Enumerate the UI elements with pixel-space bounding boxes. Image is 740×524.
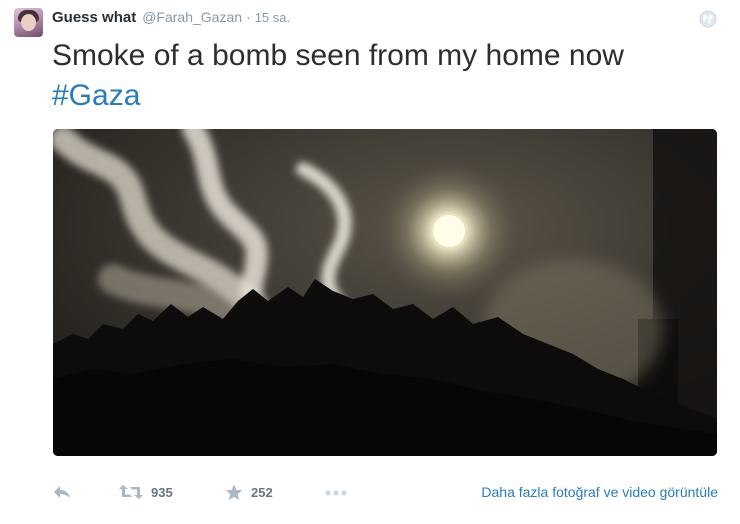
tweet-photo[interactable]: [53, 129, 717, 456]
reply-button[interactable]: [52, 484, 72, 500]
more-dots-icon: [324, 484, 348, 500]
retweet-icon: [119, 484, 143, 500]
hashtag-link[interactable]: #Gaza: [52, 76, 722, 116]
timestamp[interactable]: 15 sa.: [255, 10, 290, 25]
tweet-text: Smoke of a bomb seen from my home now #G…: [52, 36, 722, 116]
globe-icon[interactable]: [699, 10, 717, 28]
separator-dot: ·: [246, 9, 251, 25]
retweet-count: 935: [151, 484, 173, 500]
author-handle[interactable]: @Farah_Gazan: [142, 9, 242, 25]
reply-icon: [52, 484, 72, 500]
star-icon: [225, 484, 243, 501]
tweet-header: Guess what @Farah_Gazan · 15 sa.: [52, 9, 290, 29]
avatar[interactable]: [14, 8, 43, 37]
retweet-button[interactable]: 935: [119, 484, 173, 500]
tweet-text-line: Smoke of a bomb seen from my home now: [52, 39, 624, 72]
tweet-actions: 935 252 Daha fazla fotoğraf ve video gör…: [52, 480, 722, 508]
tweet: Guess what @Farah_Gazan · 15 sa. Smoke o…: [0, 0, 740, 524]
author-name[interactable]: Guess what: [52, 9, 136, 26]
avatar-face: [21, 14, 36, 31]
view-more-media-link[interactable]: Daha fazla fotoğraf ve video görüntüle: [481, 484, 718, 500]
more-options-button[interactable]: [324, 484, 348, 500]
favorite-button[interactable]: 252: [225, 484, 273, 501]
favorite-count: 252: [251, 485, 273, 500]
